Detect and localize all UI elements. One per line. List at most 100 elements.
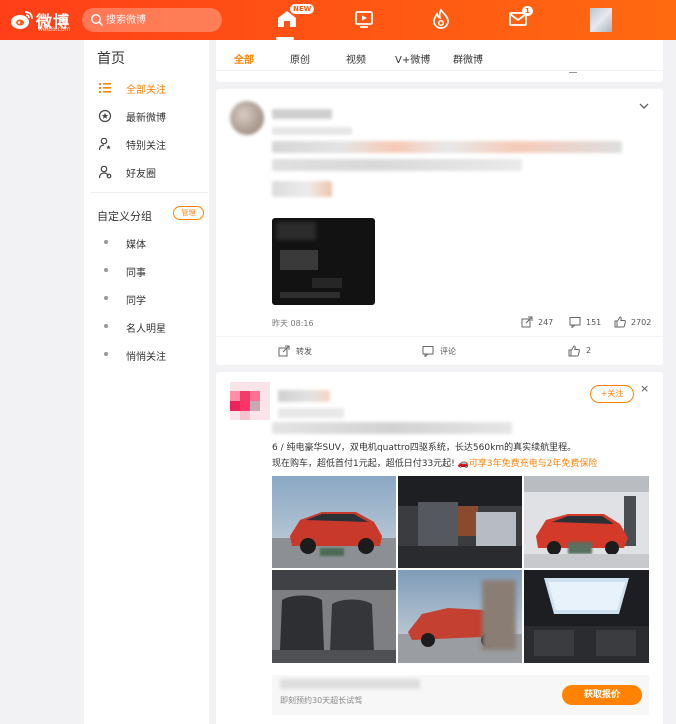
author-avatar[interactable] [230,101,264,135]
sidebar-item-label: 最新微博 [126,113,166,124]
thumbs-up-icon [614,316,626,328]
nav-home[interactable]: NEW [276,4,315,32]
message-count-badge: 1 [522,6,533,16]
group-item[interactable]: 媒体 [102,234,202,252]
logo-subtext: weibo.com [38,26,71,33]
user-avatar[interactable] [590,8,612,32]
interior-seats-photo [272,570,396,663]
ad-photo-5[interactable] [398,570,522,663]
left-sidebar: 首页 全部关注 最新微博 特别关注 好友圈 自定义分组 管理 媒体 同事 同学 … [84,40,209,724]
sidebar-item-all-follows[interactable]: 全部关注 [98,78,203,98]
bullet-dot [104,324,108,328]
advertiser-name[interactable] [278,390,330,402]
post-text-line [272,181,332,197]
comment-icon [422,346,434,357]
post-text-line [272,159,522,171]
repost-button[interactable]: 转发 [278,345,338,360]
trunk-photo [398,476,522,568]
ad-bar-title [280,679,420,689]
sidebar-item-label: 特别关注 [126,141,166,152]
user-star-icon [98,137,111,151]
ad-photo-4[interactable] [272,570,396,663]
group-item-label: 同学 [126,296,146,307]
advertiser-avatar-graphic [230,382,270,420]
nav-hot[interactable] [430,8,454,32]
group-item-label: 媒体 [126,240,146,251]
weibo-logo[interactable]: 微博 weibo.com [10,6,76,34]
like-count[interactable]: 2702 [614,316,659,330]
get-quote-button[interactable]: 获取报价 [562,685,642,705]
thumbs-up-icon [568,345,580,357]
follow-button[interactable]: +关注 [590,385,634,403]
post-image-graphic [272,218,375,305]
search-box[interactable] [82,8,222,32]
sidebar-divider [90,192,208,193]
share-count-value: 247 [538,318,554,327]
advertiser-avatar[interactable] [230,382,270,420]
card-action-divider [216,336,663,337]
post-text-line [272,422,512,434]
sidebar-item-latest[interactable]: 最新微博 [98,106,203,126]
tab-group[interactable]: 群微博 [453,51,483,66]
comment-count[interactable]: 151 [569,317,614,330]
bullet-dot [104,240,108,244]
author-name[interactable] [272,109,332,119]
tab-original[interactable]: 原创 [290,51,310,66]
share-icon [278,345,290,357]
group-item[interactable]: 同事 [102,262,202,280]
group-item[interactable]: 同学 [102,290,202,308]
like-button[interactable]: 2 [568,345,618,360]
suv-side-photo [398,570,522,663]
ad-text-main: 现在购车，超低首付1元起，超低日付33元起! [272,459,455,469]
ad-photo-2[interactable] [398,476,522,568]
star-circle-icon [98,109,112,123]
collapse-handle[interactable] [569,72,577,73]
like-action-count: 2 [586,346,592,355]
chevron-down-icon[interactable] [638,101,650,111]
weibo-eye-icon [11,11,33,29]
sidebar-item-special[interactable]: 特别关注 [98,134,203,154]
close-ad-button[interactable]: × [640,382,649,395]
post-timestamp[interactable]: 昨天 08:16 [272,318,314,329]
share-icon [521,316,533,328]
tab-bar-divider [216,70,663,71]
bullet-dot [104,296,108,300]
group-item-label: 名人明星 [126,324,166,335]
comment-button[interactable]: 评论 [422,346,482,360]
custom-groups-title: 自定义分组 [97,210,152,223]
ad-photo-3[interactable] [524,476,649,568]
nav-messages[interactable]: 1 [507,6,533,32]
sidebar-title: 首页 [97,51,125,67]
ad-photo-1[interactable] [272,476,396,568]
ad-photo-6[interactable] [524,570,649,663]
video-icon [355,11,373,28]
flame-icon [433,8,449,29]
tab-all[interactable]: 全部 [234,51,254,66]
bullet-dot [104,352,108,356]
sidebar-item-friends[interactable]: 好友圈 [98,162,203,182]
ad-bar-text: 即刻预约30天超长试驾 [280,696,363,705]
search-icon [91,14,104,27]
group-item[interactable]: 悄悄关注 [102,346,202,364]
feed-card-1: 昨天 08:16 247 151 2702 转发 评论 2 [216,89,663,365]
search-input[interactable] [106,11,216,29]
nav-video[interactable] [353,8,377,32]
ad-text-highlight: 🚗可享3年免费充电与2年免费保险 [457,459,598,469]
new-badge: NEW [290,4,315,14]
red-suv-photo [272,476,396,568]
tab-video[interactable]: 视频 [346,51,366,66]
share-count[interactable]: 247 [521,316,566,330]
group-item[interactable]: 名人明星 [102,318,202,336]
ad-cta-bar: 即刻预约30天超长试驾 获取报价 [272,675,649,715]
like-count-value: 2702 [631,318,652,327]
ad-source [278,408,344,418]
post-image[interactable] [272,218,375,305]
sunroof-photo [524,570,649,663]
tab-vplus[interactable]: V+微博 [395,51,430,66]
top-navbar: 微博 weibo.com NEW 1 [0,0,676,40]
repost-label: 转发 [296,347,312,356]
post-text-line [272,141,622,153]
manage-groups-button[interactable]: 管理 [173,206,204,220]
bullet-dot [104,268,108,272]
feed-tab-bar: 全部 原创 视频 V+微博 群微博 [216,40,663,82]
